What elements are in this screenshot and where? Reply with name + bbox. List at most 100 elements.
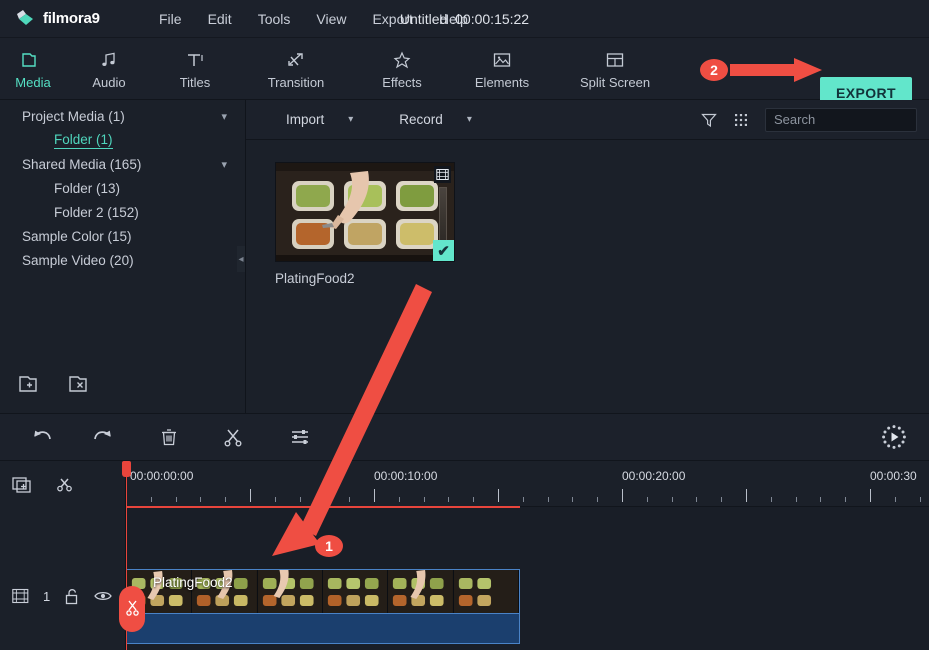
sidebar-item-label: Sample Color (15) [22,228,132,244]
sidebar-item-folder-2-152[interactable]: Folder 2 (152) [0,200,245,224]
ruler-tick [696,497,698,502]
menu-bar: filmora9 File Edit Tools View Export Hel… [0,0,929,38]
sidebar-item-label: Shared Media (165) [22,156,142,172]
tab-transition-label: Transition [267,75,325,90]
ruler-tick [721,497,723,502]
ruler-label: 00:00:30 [870,469,917,483]
media-item-label: PlatingFood2 [275,271,355,286]
annotation-badge-1: 1 [315,535,343,557]
ruler-tick [498,489,499,502]
sidebar-bottom-actions [0,363,246,403]
track-video-icon [12,588,29,604]
unlink-audio-icon[interactable] [54,474,76,494]
track-header-1: 1 [0,579,126,613]
sidebar-item-project-media[interactable]: Project Media (1) ▾ [0,104,245,128]
record-button[interactable]: Record ▾ [399,112,472,127]
timeline-tracks[interactable]: PlatingFood2 [126,506,929,650]
timeline-ruler[interactable]: 00:00:00:00 00:00:10:00 00:00:20:00 00:0… [126,461,929,507]
unlock-icon[interactable] [64,588,80,605]
folder-icon [22,48,44,72]
track-row[interactable]: PlatingFood2 [126,569,929,650]
ruler-tick [622,489,623,502]
sidebar-item-sample-color[interactable]: Sample Color (15) [0,224,245,248]
sidebar-item-folder-13[interactable]: Folder (13) [0,176,245,200]
ruler-tick [845,497,847,502]
film-frame [322,570,389,615]
timeline-clip[interactable]: PlatingFood2 [126,569,520,644]
menu-item-help[interactable]: Help [426,7,481,31]
chevron-down-icon[interactable]: ▾ [467,114,472,125]
tab-effects[interactable]: Effects [354,38,450,100]
menu-item-export[interactable]: Export [359,7,425,31]
render-preview-play-icon[interactable] [877,420,911,454]
ruler-tick [200,497,202,502]
add-track-icon[interactable] [12,474,34,494]
filter-funnel-icon[interactable] [701,112,717,128]
chevron-down-icon[interactable]: ▾ [221,158,227,171]
sidebar-collapse-handle[interactable]: ◂ [237,246,245,272]
grid-view-icon[interactable] [733,112,749,128]
ruler-tick [225,497,227,502]
ruler-tick [150,497,152,502]
redo-icon[interactable] [86,420,120,454]
menu-item-file[interactable]: File [146,7,195,31]
media-library-sidebar: Project Media (1) ▾ Folder (1) Shared Me… [0,100,246,413]
ruler-tick [398,497,400,502]
menu-items: File Edit Tools View Export Help [146,7,481,31]
playhead-handle[interactable] [122,461,131,477]
new-folder-icon[interactable] [18,372,44,394]
menu-item-tools[interactable]: Tools [245,7,304,31]
track-number: 1 [43,588,51,604]
media-thumbnail[interactable]: ✔ [275,162,455,262]
media-grid: ✔ PlatingFood2 [246,140,929,286]
timeline-panel[interactable]: 00:00:00:00 00:00:10:00 00:00:20:00 00:0… [122,461,929,650]
filmora-logo-icon [14,8,36,30]
split-scissors-icon[interactable] [216,420,250,454]
delete-trash-icon[interactable] [152,420,186,454]
adjust-sliders-icon[interactable] [283,420,317,454]
tab-audio[interactable]: Audio [66,38,152,100]
tab-media[interactable]: Media [0,38,66,100]
ruler-label: 00:00:20:00 [622,469,686,483]
ruler-tick [175,497,177,502]
ruler-tick [473,497,475,502]
tab-transition[interactable]: Transition [238,38,354,100]
media-browser-panel: Import ▾ Record ▾ Search ✔ PlatingFood2 [246,100,929,413]
menu-item-edit[interactable]: Edit [195,7,245,31]
eye-visible-icon[interactable] [94,589,113,603]
ruler-label: 00:00:00:00 [130,469,194,483]
sidebar-item-label: Project Media (1) [22,108,125,124]
menu-item-view[interactable]: View [303,7,359,31]
media-item[interactable]: ✔ PlatingFood2 [275,162,455,286]
sidebar-item-shared-media[interactable]: Shared Media (165) ▾ [0,152,245,176]
search-input[interactable] [766,112,929,127]
ruler-tick [894,497,896,502]
media-selected-check-icon[interactable]: ✔ [433,240,454,261]
film-frame [257,570,323,615]
tab-effects-label: Effects [382,75,422,90]
ruler-tick [547,497,549,502]
import-button[interactable]: Import ▾ [286,112,353,127]
timeline-progress-line [126,506,520,508]
filmora-app-window: filmora9 File Edit Tools View Export Hel… [0,0,929,650]
ruler-tick [522,497,524,502]
ruler-tick [671,497,673,502]
delete-folder-icon[interactable] [68,372,94,394]
tab-elements[interactable]: Elements [450,38,554,100]
import-label: Import [286,112,325,127]
search-box[interactable] [765,107,929,132]
tab-titles[interactable]: Titles [152,38,238,100]
ruler-tick [646,497,648,502]
sidebar-item-label: Folder (13) [54,180,121,196]
timeline-left-panel: 1 [0,461,126,650]
ruler-label: 00:00:10:00 [374,469,438,483]
ruler-tick [597,497,599,502]
sidebar-item-folder-1[interactable]: Folder (1) [0,128,245,152]
media-folder-tree: Project Media (1) ▾ Folder (1) Shared Me… [0,100,245,272]
chevron-down-icon[interactable]: ▾ [348,114,353,125]
sidebar-item-sample-video[interactable]: Sample Video (20) [0,248,245,272]
undo-icon[interactable] [25,420,59,454]
sidebar-item-label: Folder (1) [54,131,113,149]
tab-split-screen[interactable]: Split Screen [554,38,676,100]
chevron-down-icon[interactable]: ▾ [221,110,227,123]
